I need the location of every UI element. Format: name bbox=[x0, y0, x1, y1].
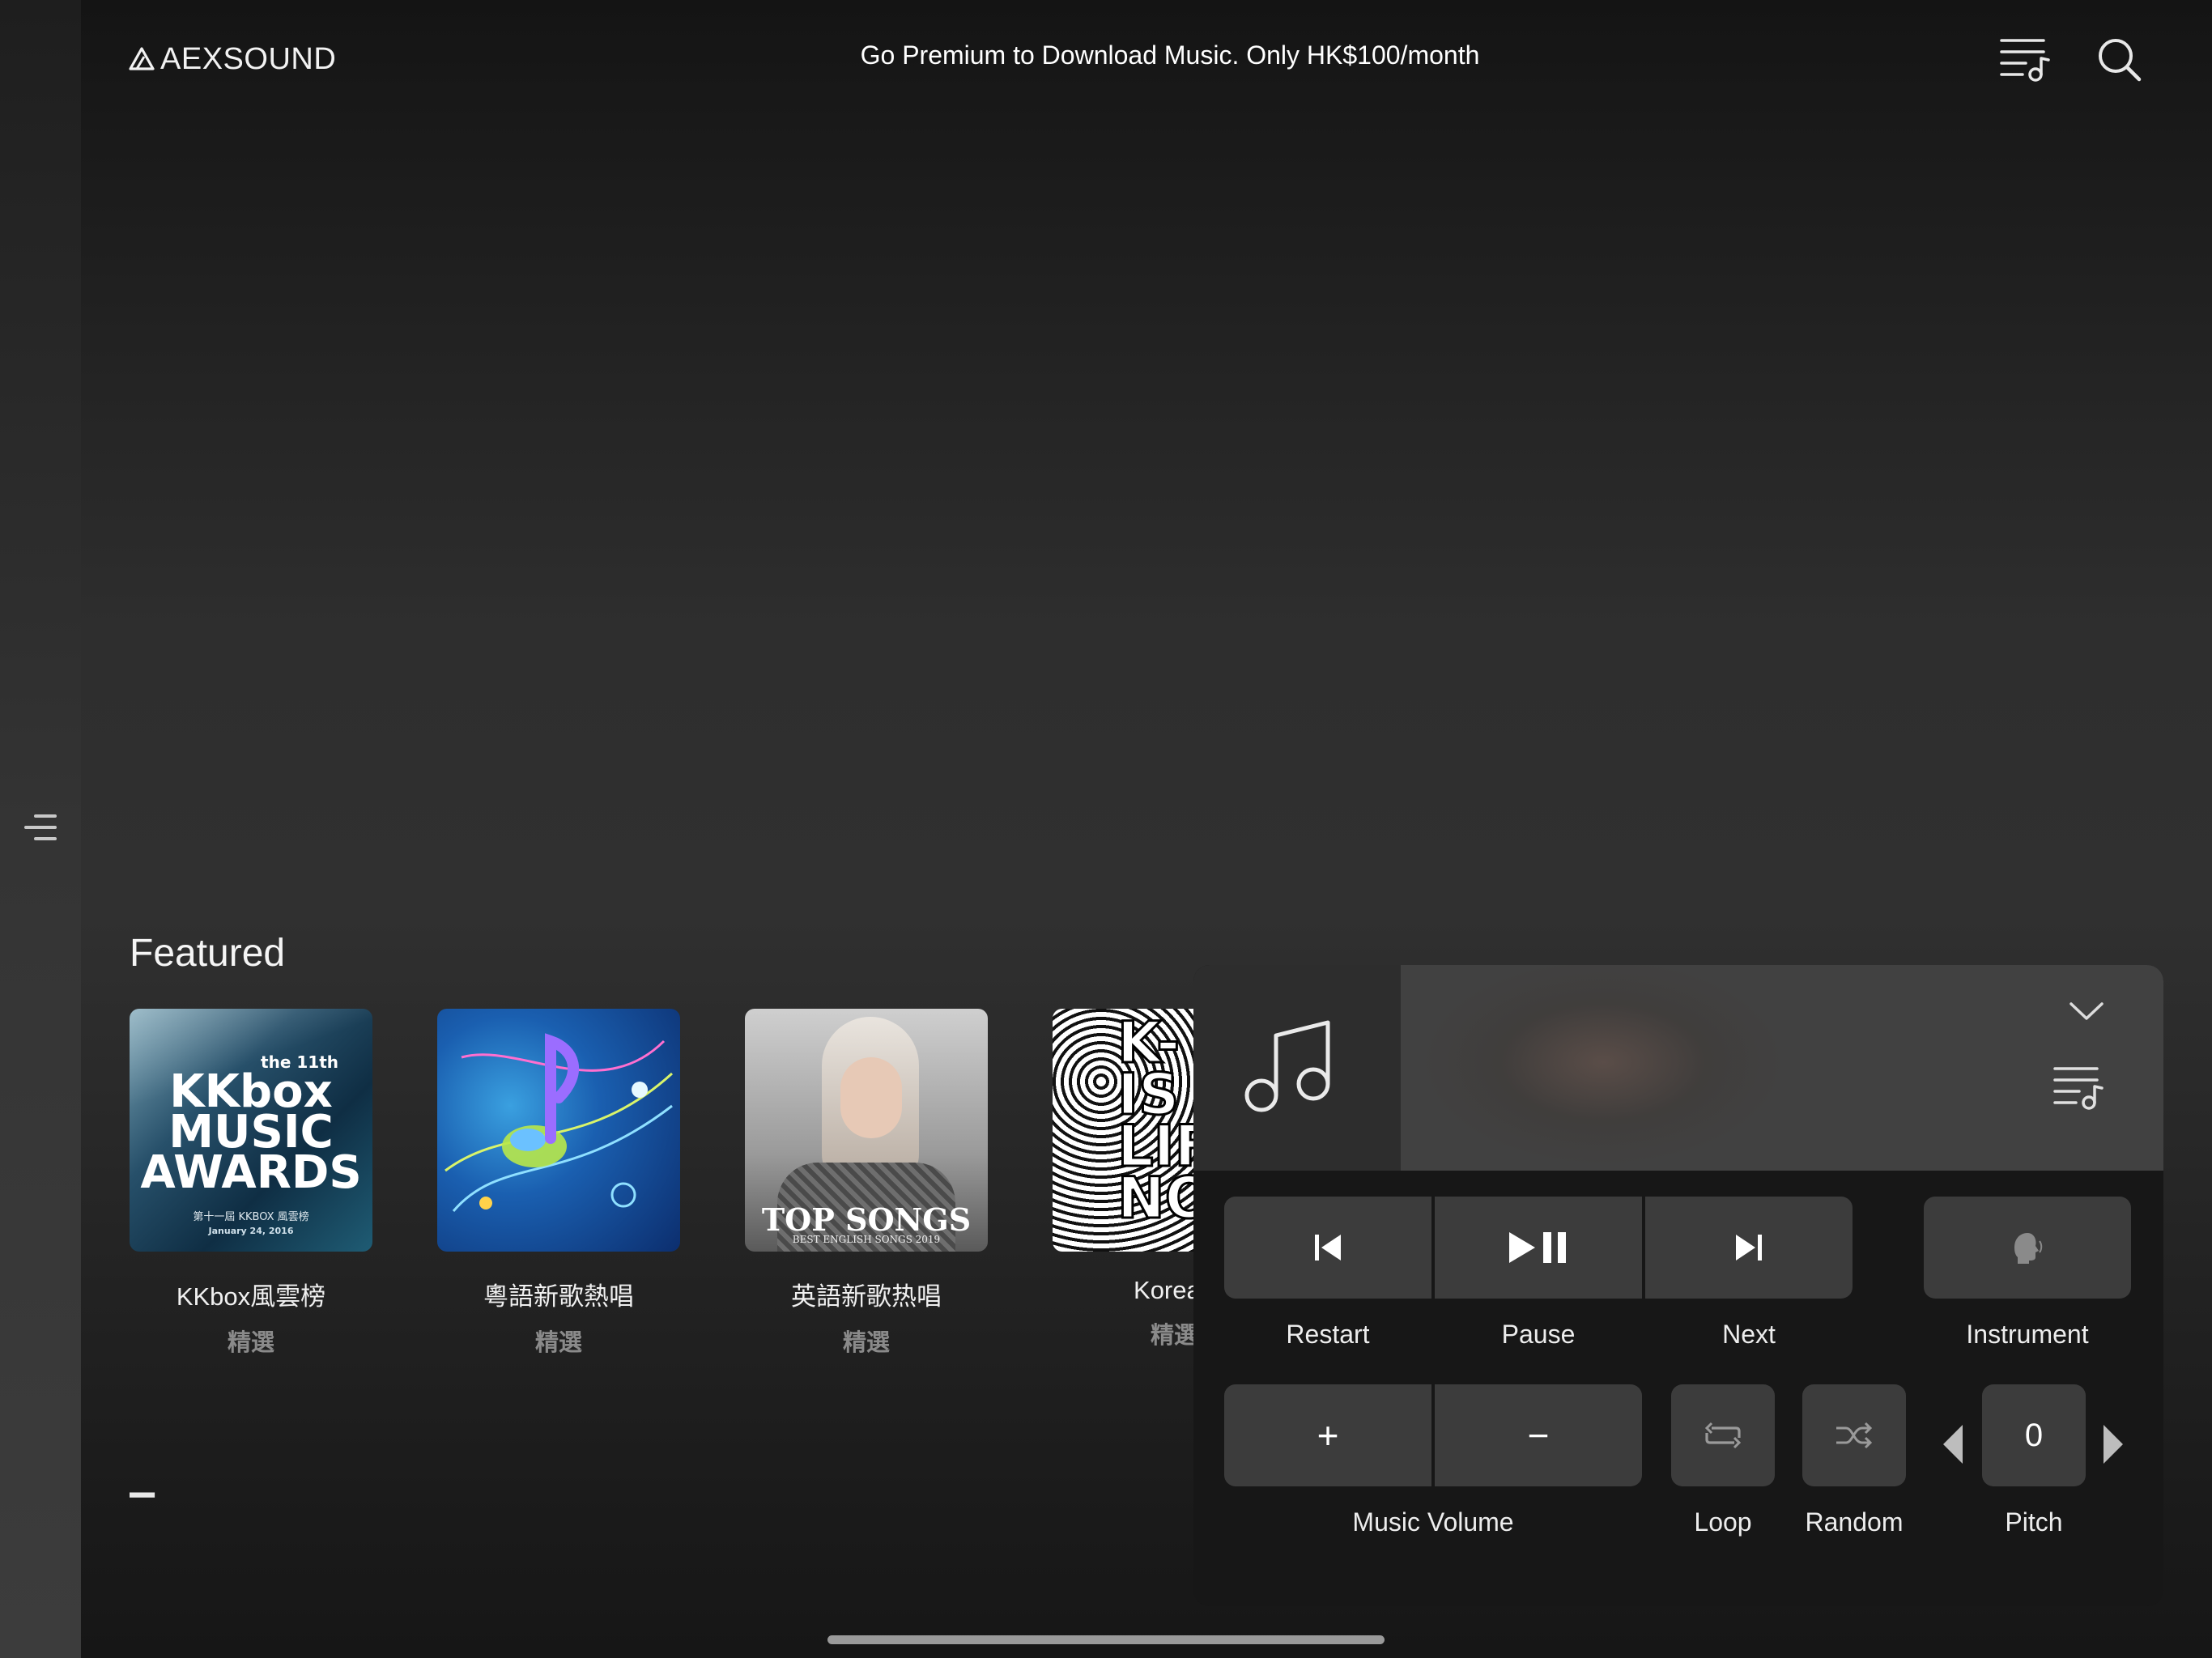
instrument-button[interactable] bbox=[1924, 1197, 2131, 1299]
logo-text: AEXSOUND bbox=[160, 41, 337, 76]
search-icon[interactable] bbox=[2092, 32, 2146, 86]
skip-previous-icon bbox=[1315, 1235, 1341, 1261]
volume-down-button[interactable]: − bbox=[1435, 1384, 1642, 1486]
restart-button[interactable] bbox=[1224, 1197, 1431, 1299]
featured-card-cantonese[interactable]: 粵語新歌熱唱 精選 bbox=[437, 1009, 680, 1358]
next-button[interactable] bbox=[1645, 1197, 1853, 1299]
premium-promo-banner[interactable]: Go Premium to Download Music. Only HK$10… bbox=[729, 40, 1611, 70]
player-artwork bbox=[1193, 965, 1401, 1171]
featured-card-english[interactable]: TOP SONGS BEST ENGLISH SONGS 2019 英語新歌热唱… bbox=[745, 1009, 988, 1358]
pitch-value: 0 bbox=[2024, 1417, 2044, 1453]
card-subtitle: 精選 bbox=[842, 1330, 890, 1356]
logo-mark-icon bbox=[129, 47, 155, 70]
play-pause-button[interactable] bbox=[1435, 1197, 1642, 1299]
album-cover-kkbox: the 11th KKbox MUSIC AWARDS 第十一屆 KKBOX 風… bbox=[130, 1009, 372, 1252]
volume-up-button[interactable]: + bbox=[1224, 1384, 1431, 1486]
card-subtitle: 精選 bbox=[227, 1330, 274, 1356]
random-button[interactable] bbox=[1802, 1384, 1906, 1486]
card-title: 英語新歌热唱 bbox=[791, 1282, 942, 1311]
random-label: Random bbox=[1805, 1507, 1904, 1537]
next-section-title-partial: ▔ ˌˌ bbox=[130, 1488, 212, 1498]
loop-icon bbox=[1704, 1422, 1742, 1449]
playlist-music-icon[interactable] bbox=[2052, 1061, 2105, 1114]
music-note-icon bbox=[1244, 1020, 1330, 1112]
featured-section-title: Featured bbox=[130, 932, 286, 975]
pitch-label: Pitch bbox=[2005, 1507, 2063, 1537]
card-subtitle: 精選 bbox=[534, 1330, 582, 1356]
pitch-down-icon[interactable] bbox=[1943, 1425, 1963, 1464]
playlist-music-icon[interactable] bbox=[1998, 32, 2052, 86]
card-title: KKbox風雲榜 bbox=[176, 1282, 326, 1311]
side-rail bbox=[0, 0, 81, 1658]
loop-button[interactable] bbox=[1671, 1384, 1775, 1486]
restart-label: Restart bbox=[1286, 1320, 1370, 1349]
pitch-value-display: 0 bbox=[1982, 1384, 2086, 1486]
app-logo[interactable]: AEXSOUND bbox=[128, 39, 336, 79]
pitch-up-icon[interactable] bbox=[2104, 1425, 2123, 1464]
home-indicator[interactable] bbox=[827, 1635, 1385, 1644]
featured-card-kkbox[interactable]: the 11th KKbox MUSIC AWARDS 第十一屆 KKBOX 風… bbox=[130, 1009, 372, 1358]
play-pause-icon bbox=[1509, 1232, 1566, 1263]
shuffle-icon bbox=[1836, 1422, 1873, 1449]
player-panel: Restart Pause Next Instrument + − 0 Musi… bbox=[1193, 965, 2163, 1606]
next-label: Next bbox=[1722, 1320, 1776, 1349]
skip-next-icon bbox=[1736, 1235, 1762, 1261]
loop-label: Loop bbox=[1694, 1507, 1752, 1537]
pause-label: Pause bbox=[1501, 1320, 1576, 1349]
album-cover-cantonese bbox=[437, 1009, 680, 1252]
menu-icon[interactable] bbox=[18, 811, 63, 844]
instrument-label: Instrument bbox=[1966, 1320, 2089, 1349]
album-cover-english: TOP SONGS BEST ENGLISH SONGS 2019 bbox=[745, 1009, 988, 1252]
voice-icon bbox=[2014, 1233, 2043, 1264]
chevron-down-icon[interactable] bbox=[2068, 999, 2105, 1023]
player-blurred-backdrop bbox=[1401, 965, 2163, 1171]
music-volume-label: Music Volume bbox=[1352, 1507, 1514, 1537]
card-title: 粵語新歌熱唱 bbox=[483, 1282, 634, 1311]
